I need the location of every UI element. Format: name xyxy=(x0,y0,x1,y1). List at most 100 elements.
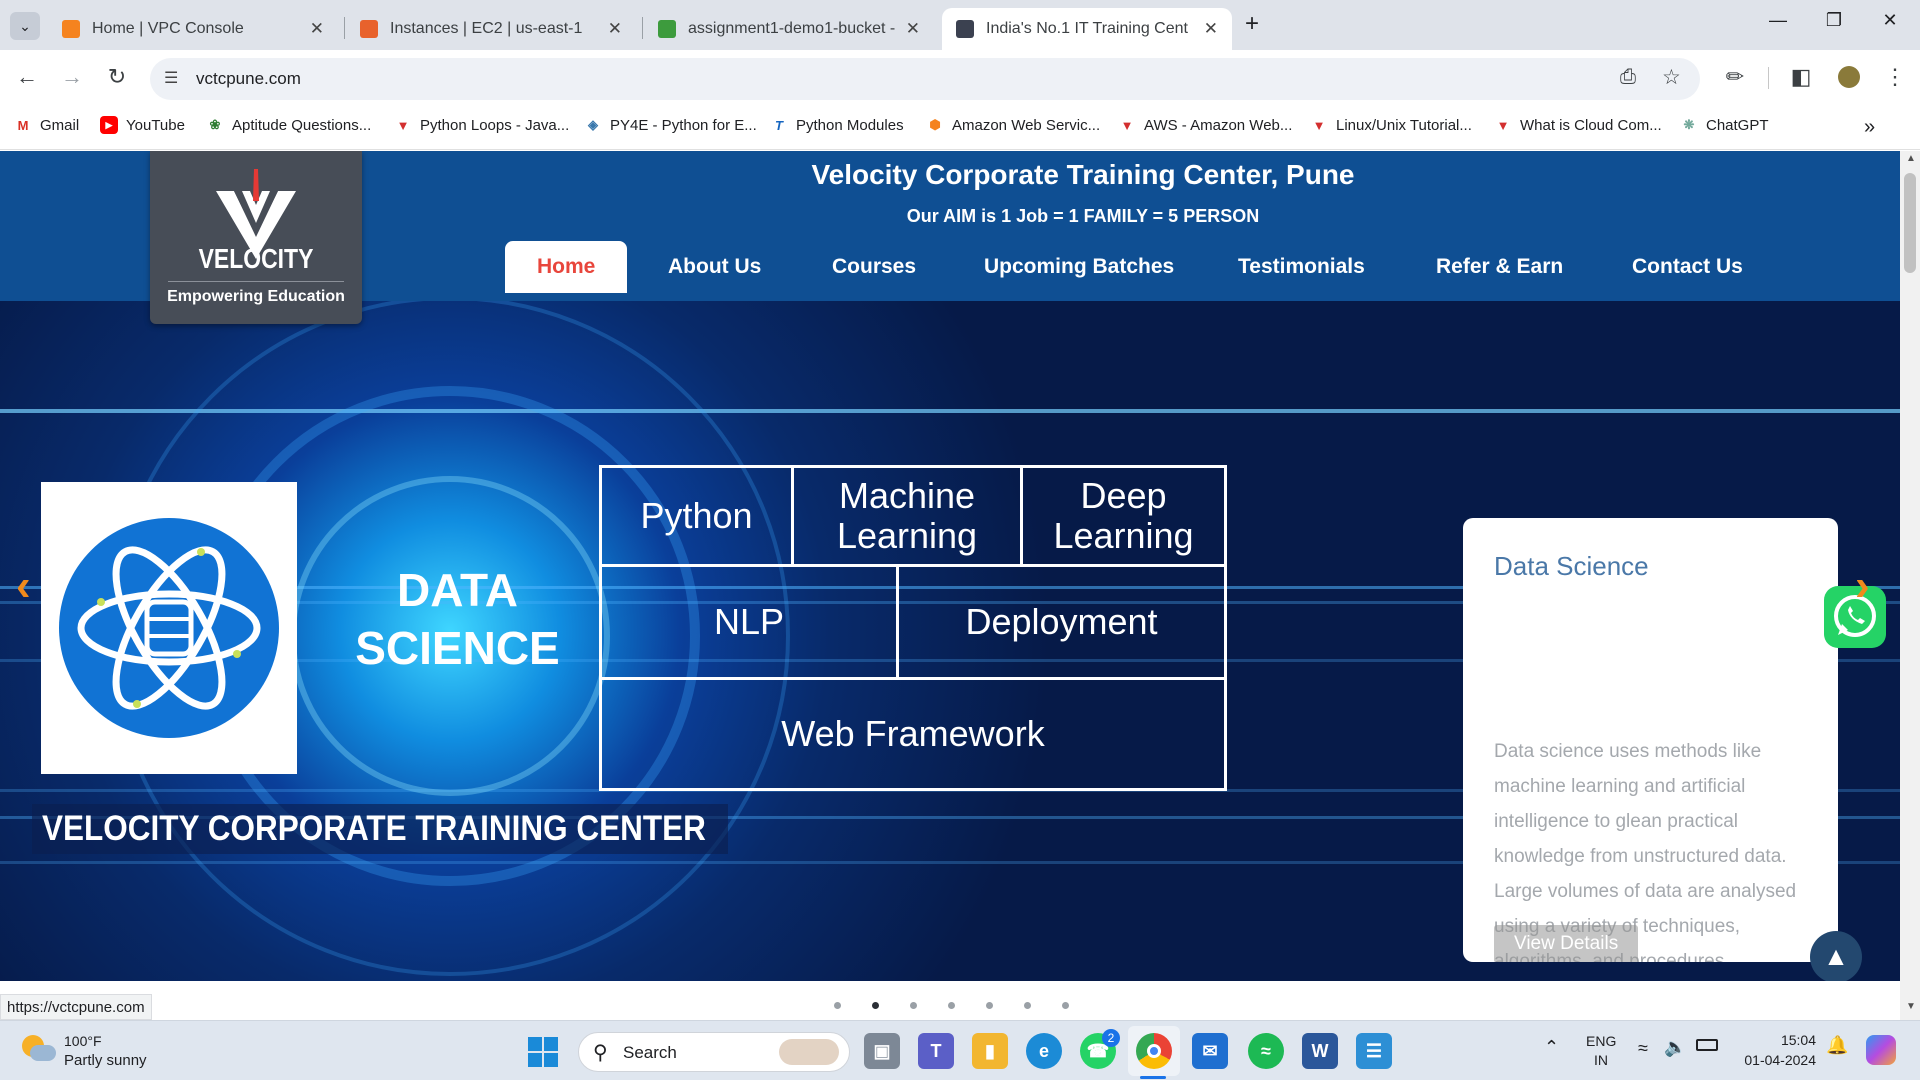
nav-upcoming-batches[interactable]: Upcoming Batches xyxy=(952,241,1206,293)
close-window-icon[interactable]: ✕ xyxy=(1870,10,1910,31)
language-region[interactable]: IN xyxy=(1594,1052,1608,1068)
bookmark-label: Aptitude Questions... xyxy=(232,116,372,134)
bookmark-aws[interactable]: ⬢ Amazon Web Servic... xyxy=(926,116,1100,134)
tab-vctc-active[interactable]: India's No.1 IT Training Cent ✕ xyxy=(942,8,1232,50)
copilot-icon[interactable] xyxy=(1866,1035,1896,1065)
scroll-down-arrow[interactable]: ▼ xyxy=(1906,1001,1916,1012)
close-icon[interactable]: ✕ xyxy=(1204,19,1218,39)
scroll-up-arrow[interactable]: ▲ xyxy=(1906,153,1916,164)
more-bookmarks-icon[interactable]: » xyxy=(1864,116,1875,139)
slider-dot[interactable] xyxy=(872,1002,879,1009)
bookmark-aws-amazon-web[interactable]: ▼ AWS - Amazon Web... xyxy=(1118,116,1293,134)
search-highlight-icon xyxy=(779,1039,839,1065)
v-icon: ▼ xyxy=(1312,117,1326,133)
site-logo[interactable]: VELOCITY Empowering Education xyxy=(150,151,362,324)
course-card: Data Science Data science uses methods l… xyxy=(1463,518,1838,962)
mail-icon[interactable]: ✉ xyxy=(1192,1033,1228,1069)
bookmark-youtube[interactable]: ▶ YouTube xyxy=(100,116,185,134)
language-code[interactable]: ENG xyxy=(1586,1033,1616,1049)
clock-date[interactable]: 01-04-2024 xyxy=(1730,1052,1816,1068)
web-page: Velocity Corporate Training Center, Pune… xyxy=(0,151,1900,981)
spotify-icon[interactable]: ≈ xyxy=(1248,1033,1284,1069)
nav-refer-earn[interactable]: Refer & Earn xyxy=(1404,241,1595,293)
battery-icon[interactable] xyxy=(1696,1039,1718,1051)
slider-next-arrow[interactable]: › xyxy=(1855,561,1870,611)
show-hidden-icons[interactable]: ⌃ xyxy=(1544,1037,1559,1058)
tab-s3-bucket[interactable]: assignment1-demo1-bucket - S ✕ xyxy=(644,8,934,50)
v-icon: ▼ xyxy=(1120,117,1134,133)
notepad-icon[interactable]: ☰ xyxy=(1356,1033,1392,1069)
bookmark-aptitude[interactable]: ❀ Aptitude Questions... xyxy=(206,116,372,134)
site-info-icon[interactable]: ☰ xyxy=(164,68,178,88)
nav-contact-us[interactable]: Contact Us xyxy=(1600,241,1775,293)
scroll-to-top-button[interactable]: ▲ xyxy=(1810,931,1862,981)
bookmark-chatgpt[interactable]: ❋ ChatGPT xyxy=(1680,116,1769,134)
bookmark-py4e[interactable]: ◈ PY4E - Python for E... xyxy=(584,116,757,134)
weather-desc[interactable]: Partly sunny xyxy=(64,1052,147,1069)
bookmark-gmail[interactable]: M Gmail xyxy=(14,116,80,134)
weather-temp[interactable]: 100°F xyxy=(64,1033,102,1049)
windows-taskbar: 100°F Partly sunny ⚲ Search ▣ T ▮ e ☎ 2 … xyxy=(0,1020,1920,1080)
close-icon[interactable]: ✕ xyxy=(310,19,324,39)
tab-search-button[interactable]: ⌄ xyxy=(10,12,40,40)
bookmark-linux[interactable]: ▼ Linux/Unix Tutorial... xyxy=(1310,116,1472,134)
back-icon[interactable]: ← xyxy=(12,64,42,90)
topic-label: NLP xyxy=(713,601,785,643)
scrollbar-thumb[interactable] xyxy=(1904,173,1916,273)
bookmark-python-loops[interactable]: ▼ Python Loops - Java... xyxy=(394,116,570,134)
leaf-icon: ❀ xyxy=(209,117,221,132)
teams-icon[interactable]: T xyxy=(918,1033,954,1069)
minimize-icon[interactable]: — xyxy=(1758,10,1798,31)
task-view-icon[interactable]: ▣ xyxy=(864,1033,900,1069)
word-icon[interactable]: W xyxy=(1302,1033,1338,1069)
bookmark-label: Python Modules xyxy=(796,116,904,134)
slider-dot[interactable] xyxy=(910,1002,917,1009)
nav-home[interactable]: Home xyxy=(505,241,628,293)
nav-about-us[interactable]: About Us xyxy=(636,241,793,293)
menu-icon[interactable]: ⋮ xyxy=(1880,64,1910,90)
start-button[interactable] xyxy=(528,1037,558,1067)
bookmarks-bar: M Gmail ▶ YouTube ❀ Aptitude Questions... ▼… xyxy=(0,106,1920,150)
weather-icon[interactable] xyxy=(22,1035,56,1063)
slider-dot[interactable] xyxy=(948,1002,955,1009)
close-icon[interactable]: ✕ xyxy=(906,19,920,39)
reload-icon[interactable]: ↻ xyxy=(102,64,132,90)
wifi-icon[interactable]: ≈ xyxy=(1638,1038,1648,1059)
profile-avatar[interactable] xyxy=(1838,66,1860,88)
notification-bell-icon[interactable]: 🔔 xyxy=(1826,1035,1848,1056)
slider-dot[interactable] xyxy=(1024,1002,1031,1009)
edge-icon[interactable]: e xyxy=(1026,1033,1062,1069)
extensions-icon[interactable]: ✏ xyxy=(1720,64,1750,90)
clock-time[interactable]: 15:04 xyxy=(1730,1032,1816,1048)
chrome-icon[interactable] xyxy=(1136,1033,1172,1069)
chatgpt-icon: ❋ xyxy=(1683,117,1695,132)
restore-icon[interactable]: ❐ xyxy=(1814,10,1854,31)
topic-deployment: Deployment xyxy=(896,564,1227,680)
slider-dot[interactable] xyxy=(834,1002,841,1009)
topic-label: Deep xyxy=(1080,475,1167,517)
close-icon[interactable]: ✕ xyxy=(608,19,622,39)
nav-testimonials[interactable]: Testimonials xyxy=(1206,241,1397,293)
bookmark-star-icon[interactable]: ☆ xyxy=(1662,65,1681,90)
slider-dot[interactable] xyxy=(1062,1002,1069,1009)
address-bar[interactable]: ☰ vctcpune.com ⎙ ☆ xyxy=(150,58,1700,100)
tab-ec2-instances[interactable]: Instances | EC2 | us-east-1 ✕ xyxy=(346,8,636,50)
view-details-button[interactable]: View Details xyxy=(1494,925,1639,962)
file-explorer-icon[interactable]: ▮ xyxy=(972,1033,1008,1069)
volume-icon[interactable]: 🔈 xyxy=(1664,1037,1686,1058)
bookmark-cloud[interactable]: ▼ What is Cloud Com... xyxy=(1494,116,1662,134)
url-text[interactable]: vctcpune.com xyxy=(196,69,301,89)
new-tab-button[interactable]: + xyxy=(1245,10,1259,38)
tab-vpc-console[interactable]: Home | VPC Console ✕ xyxy=(48,8,338,50)
nav-courses[interactable]: Courses xyxy=(800,241,948,293)
taskbar-search[interactable]: ⚲ Search xyxy=(578,1032,850,1072)
page-scrollbar[interactable]: ▲ ▼ xyxy=(1900,151,1920,1020)
forward-icon[interactable]: → xyxy=(57,64,87,90)
topic-label: Machine xyxy=(838,475,976,517)
side-panel-icon[interactable]: ◧ xyxy=(1786,64,1816,90)
tab-strip: ⌄ Home | VPC Console ✕ Instances | EC2 |… xyxy=(0,0,1920,50)
slider-dot[interactable] xyxy=(986,1002,993,1009)
bookmark-python-modules[interactable]: T Python Modules xyxy=(770,116,904,134)
install-app-icon[interactable]: ⎙ xyxy=(1620,66,1636,89)
slider-prev-arrow[interactable]: ‹ xyxy=(16,561,31,611)
